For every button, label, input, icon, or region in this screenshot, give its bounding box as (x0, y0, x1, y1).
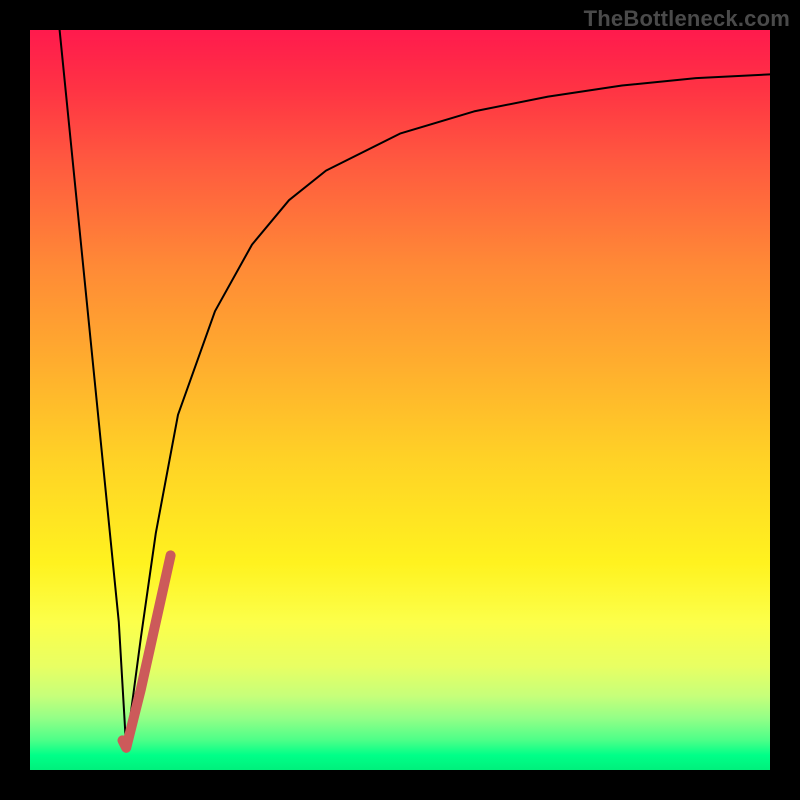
chart-frame: TheBottleneck.com (0, 0, 800, 800)
series-highlight-segment (123, 555, 171, 747)
series-left-branch (60, 30, 127, 748)
series-right-branch (126, 74, 770, 747)
plot-area (30, 30, 770, 770)
watermark-text: TheBottleneck.com (584, 6, 790, 32)
curves-svg (30, 30, 770, 770)
